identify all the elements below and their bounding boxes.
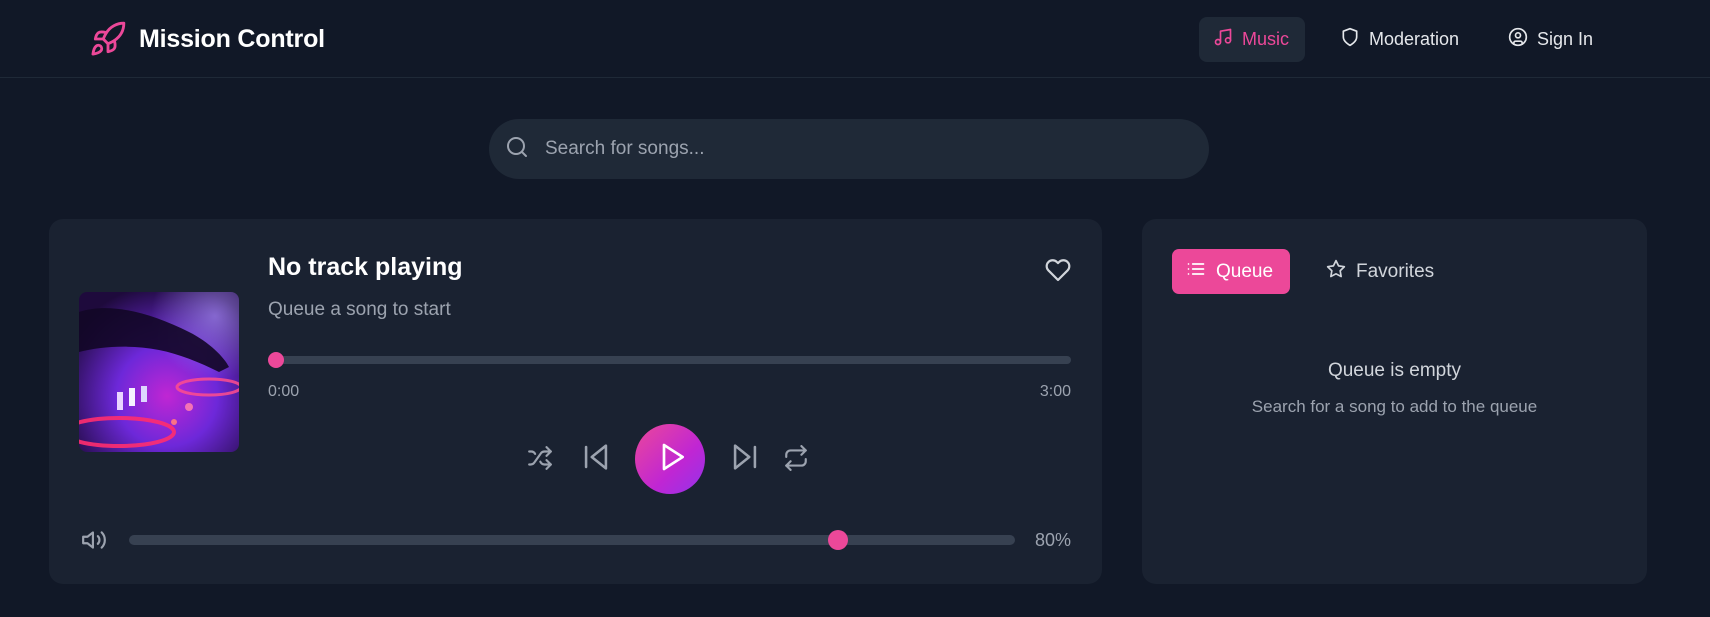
repeat-icon bbox=[783, 444, 809, 476]
repeat-button[interactable] bbox=[781, 444, 811, 476]
progress-bar[interactable] bbox=[268, 352, 1071, 368]
rocket-icon bbox=[89, 20, 127, 58]
list-icon bbox=[1186, 259, 1206, 285]
user-circle-icon bbox=[1508, 27, 1528, 52]
track-subtitle: Queue a song to start bbox=[268, 299, 451, 320]
tab-queue-label: Queue bbox=[1216, 260, 1274, 282]
volume-icon bbox=[79, 531, 109, 557]
previous-button[interactable] bbox=[578, 441, 614, 477]
nav-moderation-label: Moderation bbox=[1369, 29, 1460, 49]
heart-icon bbox=[1045, 259, 1071, 287]
queue-panel: Queue Favorites Queue is empty Search fo… bbox=[1142, 219, 1647, 584]
search-icon bbox=[505, 135, 529, 164]
queue-empty-subtitle: Search for a song to add to the queue bbox=[1251, 397, 1538, 416]
volume-value: 80% bbox=[1034, 530, 1071, 550]
tab-favorites-label: Favorites bbox=[1356, 260, 1435, 282]
favorite-button[interactable] bbox=[1045, 257, 1071, 283]
player-card: No track playing Queue a song to start 0… bbox=[49, 219, 1102, 584]
queue-empty-title: Queue is empty bbox=[1327, 360, 1462, 381]
track-title: No track playing bbox=[268, 253, 463, 281]
brand[interactable]: Mission Control bbox=[89, 20, 325, 58]
shuffle-icon bbox=[527, 445, 553, 476]
app-title: Mission Control bbox=[139, 24, 325, 53]
nav-sign-in[interactable]: Sign In bbox=[1494, 17, 1607, 62]
music-note-icon bbox=[1213, 27, 1233, 52]
tab-queue[interactable]: Queue bbox=[1172, 249, 1290, 294]
play-icon bbox=[652, 441, 688, 478]
next-button[interactable] bbox=[727, 441, 763, 477]
shuffle-button[interactable] bbox=[525, 445, 555, 475]
time-total: 3:00 bbox=[1039, 383, 1071, 400]
search-input[interactable] bbox=[543, 137, 1187, 161]
search-bar bbox=[489, 119, 1209, 179]
nav-sign-in-label: Sign In bbox=[1537, 29, 1594, 49]
nav-music-label: Music bbox=[1242, 29, 1290, 49]
album-art bbox=[79, 292, 239, 452]
volume-handle[interactable] bbox=[827, 530, 848, 550]
volume-slider[interactable] bbox=[129, 530, 1015, 550]
tab-favorites[interactable]: Favorites bbox=[1312, 249, 1448, 294]
progress-handle[interactable] bbox=[268, 352, 284, 368]
time-current: 0:00 bbox=[268, 383, 300, 400]
nav-music[interactable]: Music bbox=[1199, 17, 1305, 62]
shield-icon bbox=[1340, 27, 1360, 52]
skip-back-icon bbox=[579, 440, 613, 479]
play-button[interactable] bbox=[635, 424, 705, 494]
skip-forward-icon bbox=[728, 440, 762, 479]
nav-moderation[interactable]: Moderation bbox=[1326, 17, 1473, 62]
top-navbar: Mission Control Music Moderation Sign In bbox=[0, 0, 1710, 78]
star-icon bbox=[1326, 259, 1346, 285]
volume-button[interactable] bbox=[79, 527, 109, 553]
